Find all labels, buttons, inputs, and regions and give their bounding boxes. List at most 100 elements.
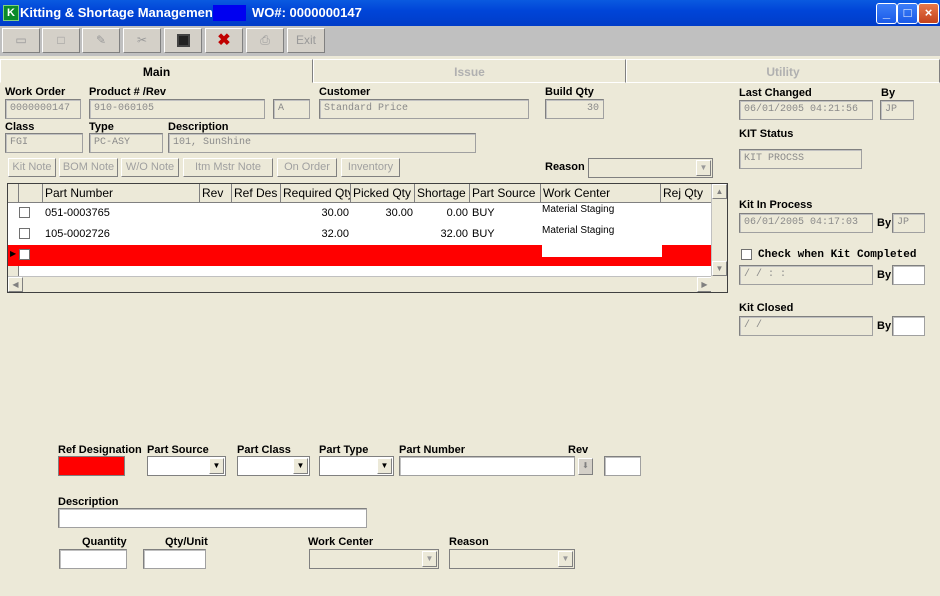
bom-note-button[interactable]: BOM Note <box>59 158 118 177</box>
column-part-source[interactable]: Part Source <box>470 184 541 203</box>
maximize-button[interactable]: □ <box>897 3 918 24</box>
item-master-note-button[interactable]: Itm Mstr Note <box>183 158 273 177</box>
floppy-disk-icon <box>176 34 190 47</box>
column-rev[interactable]: Rev <box>200 184 232 203</box>
scroll-down-icon[interactable]: ▼ <box>712 261 727 276</box>
detail-description-field[interactable] <box>58 508 367 528</box>
print-button[interactable]: ⎙ <box>246 28 284 53</box>
vertical-scrollbar[interactable]: ▲ ▼ <box>711 184 727 276</box>
chevron-down-icon: ▼ <box>209 458 224 474</box>
table-row[interactable]: 105-0002726 32.00 32.00 BUY Material Sta… <box>8 225 713 245</box>
row-checkbox[interactable] <box>19 207 30 218</box>
product-field[interactable]: 910-060105 <box>89 99 265 119</box>
column-work-center[interactable]: Work Center <box>541 184 661 203</box>
row-checkbox[interactable] <box>19 249 30 260</box>
wo-note-button[interactable]: W/O Note <box>121 158 179 177</box>
part-source-dropdown[interactable]: ▼ <box>147 456 226 476</box>
kit-status-field[interactable]: KIT PROCSS <box>739 149 862 169</box>
column-shortage[interactable]: Shortage <box>415 184 470 203</box>
open-button[interactable]: ▭ <box>2 28 40 53</box>
cell-part-source: BUY <box>472 228 495 240</box>
new-button[interactable]: □ <box>42 28 80 53</box>
detail-reason-dropdown[interactable]: ▼ <box>449 549 575 569</box>
kit-in-process-field[interactable]: 06/01/2005 04:17:03 <box>739 213 873 233</box>
table-row[interactable]: 051-0003765 30.00 30.00 0.00 BUY Materia… <box>8 204 713 224</box>
chevron-down-icon: ▼ <box>293 458 308 474</box>
reason-label: Reason <box>545 161 585 173</box>
work-center-dropdown[interactable]: ▼ <box>309 549 439 569</box>
part-number-field[interactable] <box>399 456 575 476</box>
kit-closed-date-field[interactable]: / / <box>739 316 873 336</box>
column-rej-qty[interactable]: Rej Qty <box>661 184 713 203</box>
kit-closed-label: Kit Closed <box>739 302 794 314</box>
close-button[interactable]: × <box>918 3 939 24</box>
tab-utility[interactable]: Utility <box>626 59 940 83</box>
edit-icon: ✎ <box>95 33 107 47</box>
minimize-button[interactable]: _ <box>876 3 897 24</box>
ref-designation-field[interactable] <box>58 456 125 476</box>
column-picked-qty[interactable]: Picked Qty <box>351 184 415 203</box>
scroll-up-icon[interactable]: ▲ <box>712 184 727 199</box>
class-field[interactable]: FGI <box>5 133 83 153</box>
cut-button[interactable]: ✂ <box>123 28 161 53</box>
rev-input[interactable] <box>604 456 641 476</box>
customer-field[interactable]: Standard Price <box>319 99 529 119</box>
scroll-left-icon[interactable]: ◀ <box>8 277 23 292</box>
cell-required-qty: 32.00 <box>321 228 349 240</box>
chevron-down-icon: ▼ <box>377 458 392 474</box>
cell-part-number: 105-0002726 <box>45 228 110 240</box>
qty-unit-label: Qty/Unit <box>165 536 208 548</box>
part-lookup-icon[interactable]: ⬇ <box>578 458 593 475</box>
part-class-dropdown[interactable]: ▼ <box>237 456 310 476</box>
grid-header: Part Number Rev Ref Des Required Qty Pic… <box>8 184 713 203</box>
window-title: Kitting & Shortage Management <box>20 5 218 20</box>
kit-note-button[interactable]: Kit Note <box>8 158 56 177</box>
tab-issue[interactable]: Issue <box>313 59 626 83</box>
qty-unit-field[interactable] <box>143 549 206 569</box>
column-part-number[interactable]: Part Number <box>43 184 200 203</box>
description-field[interactable]: 101, SunShine <box>168 133 476 153</box>
type-label: Type <box>89 121 114 133</box>
kit-completed-label: Check when Kit Completed <box>758 249 917 261</box>
kit-completed-by-field[interactable] <box>892 265 925 285</box>
column-ref-des[interactable]: Ref Des <box>232 184 281 203</box>
last-changed-by-field[interactable]: JP <box>880 100 914 120</box>
quantity-field[interactable] <box>59 549 127 569</box>
last-changed-label: Last Changed <box>739 87 812 99</box>
tab-main[interactable]: Main <box>0 59 313 83</box>
title-highlight <box>213 5 246 21</box>
horizontal-scrollbar[interactable]: ◀ ▶ <box>8 276 713 292</box>
rev-label: Rev <box>568 444 589 456</box>
cell-work-center: Material Staging <box>542 204 615 215</box>
kit-in-process-by-field[interactable]: JP <box>892 213 925 233</box>
kit-completed-date-field[interactable]: / / : : <box>739 265 873 285</box>
work-center-label: Work Center <box>308 536 374 548</box>
reason-dropdown[interactable]: ▼ <box>588 158 713 178</box>
row-pointer-icon: ▶ <box>10 249 17 258</box>
column-required-qty[interactable]: Required Qty <box>281 184 351 203</box>
scroll-right-icon[interactable]: ▶ <box>697 277 712 292</box>
build-qty-field[interactable]: 30 <box>545 99 604 119</box>
exit-button[interactable]: Exit <box>287 28 325 53</box>
new-table-row[interactable]: ▶ <box>8 245 713 266</box>
app-icon: K <box>3 5 19 21</box>
toolbar: ▭ □ ✎ ✂ ✖ ⎙ Exit <box>0 26 940 56</box>
type-field[interactable]: PC-ASY <box>89 133 163 153</box>
work-center-cell-edit[interactable] <box>542 245 662 257</box>
row-checkbox[interactable] <box>19 228 30 239</box>
quantity-label: Quantity <box>82 536 127 548</box>
part-type-dropdown[interactable]: ▼ <box>319 456 394 476</box>
edit-button[interactable]: ✎ <box>82 28 120 53</box>
work-order-field[interactable]: 0000000147 <box>5 99 81 119</box>
cell-part-source: BUY <box>472 207 495 219</box>
rev-field[interactable]: A <box>273 99 310 119</box>
kit-completed-checkbox[interactable] <box>741 249 752 260</box>
inventory-button[interactable]: Inventory <box>341 158 400 177</box>
on-order-button[interactable]: On Order <box>277 158 337 177</box>
save-button[interactable] <box>164 28 202 53</box>
new-document-icon: □ <box>57 33 65 47</box>
delete-button[interactable]: ✖ <box>205 28 243 53</box>
ref-designation-label: Ref Designation <box>58 444 142 456</box>
last-changed-field[interactable]: 06/01/2005 04:21:56 <box>739 100 873 120</box>
kit-closed-by-field[interactable] <box>892 316 925 336</box>
